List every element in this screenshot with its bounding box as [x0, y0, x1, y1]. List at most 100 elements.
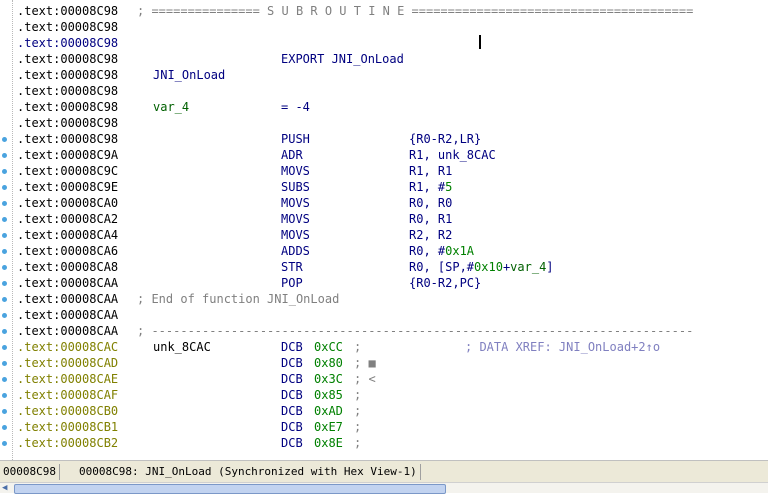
line-address[interactable]: .text:00008CA2	[17, 212, 118, 226]
data-byte-value[interactable]: 0x80	[314, 355, 343, 371]
flow-marker-icon[interactable]	[2, 281, 7, 286]
flow-marker-icon[interactable]	[2, 329, 7, 334]
listing-line[interactable]: .text:00008CB1 DCB 0xE7;	[17, 419, 767, 435]
instruction-mnemonic[interactable]: DCB	[281, 355, 303, 371]
flow-marker-icon[interactable]	[2, 217, 7, 222]
instruction-operands[interactable]: R1, #5	[409, 179, 452, 195]
line-address[interactable]: .text:00008CAF	[17, 388, 118, 402]
line-address[interactable]: .text:00008CAA	[17, 276, 118, 290]
flow-marker-icon[interactable]	[2, 249, 7, 254]
instruction-operands[interactable]: R0, R0	[409, 195, 452, 211]
listing-line[interactable]: .text:00008C98 ; =============== S U B R …	[17, 3, 767, 19]
listing-line[interactable]: .text:00008CAA	[17, 307, 767, 323]
flow-marker-icon[interactable]	[2, 377, 7, 382]
data-byte-value[interactable]: 0x8E	[314, 435, 343, 451]
instruction-mnemonic[interactable]: ADR	[281, 147, 303, 163]
instruction-mnemonic[interactable]: DCB	[281, 371, 303, 387]
listing-line[interactable]: .text:00008CA0 MOVS R0, R0	[17, 195, 767, 211]
instruction-mnemonic[interactable]: MOVS	[281, 211, 310, 227]
line-address[interactable]: .text:00008CA4	[17, 228, 118, 242]
line-address[interactable]: .text:00008CAC	[17, 340, 118, 354]
line-address[interactable]: .text:00008CA6	[17, 244, 118, 258]
line-address[interactable]: .text:00008C98	[17, 52, 118, 66]
instruction-mnemonic[interactable]: ADDS	[281, 243, 310, 259]
line-address[interactable]: .text:00008C98	[17, 116, 118, 130]
instruction-mnemonic[interactable]: MOVS	[281, 163, 310, 179]
flow-marker-icon[interactable]	[2, 137, 7, 142]
instruction-mnemonic[interactable]: MOVS	[281, 195, 310, 211]
line-address[interactable]: .text:00008CAD	[17, 356, 118, 370]
instruction-operands[interactable]: R1, R1	[409, 163, 452, 179]
instruction-mnemonic[interactable]: STR	[281, 259, 303, 275]
listing-line[interactable]: .text:00008C98	[17, 19, 767, 35]
flow-marker-icon[interactable]	[2, 409, 7, 414]
flow-marker-icon[interactable]	[2, 345, 7, 350]
xref-comment[interactable]: ; DATA XREF: JNI_OnLoad+2↑o	[465, 339, 660, 355]
listing-line[interactable]: .text:00008C98	[17, 35, 767, 51]
flow-marker-icon[interactable]	[2, 153, 7, 158]
listing-line[interactable]: .text:00008CAA ; ------------------------…	[17, 323, 767, 339]
instruction-mnemonic[interactable]: POP	[281, 275, 303, 291]
listing-line[interactable]: .text:00008C9A ADR R1, unk_8CAC	[17, 147, 767, 163]
scrollbar-thumb[interactable]	[14, 484, 446, 494]
data-byte-value[interactable]: 0x3C	[314, 371, 343, 387]
disassembly-view[interactable]: .text:00008C98 ; =============== S U B R …	[0, 0, 768, 460]
function-label[interactable]: JNI_OnLoad	[153, 67, 225, 83]
listing-line[interactable]: .text:00008C98 PUSH {R0-R2,LR}	[17, 131, 767, 147]
listing-line[interactable]: .text:00008CA4 MOVS R2, R2	[17, 227, 767, 243]
listing-line[interactable]: .text:00008CB2 DCB 0x8E;	[17, 435, 767, 451]
stack-var-name[interactable]: var_4	[153, 99, 189, 115]
data-byte-value[interactable]: 0x85	[314, 387, 343, 403]
listing-line[interactable]: .text:00008CAF DCB 0x85;	[17, 387, 767, 403]
data-byte-value[interactable]: 0xCC	[314, 339, 343, 355]
line-address[interactable]: .text:00008C98	[17, 84, 118, 98]
line-address[interactable]: .text:00008C98	[17, 20, 118, 34]
instruction-mnemonic[interactable]: EXPORT JNI_OnLoad	[281, 51, 404, 67]
instruction-operands[interactable]: R2, R2	[409, 227, 452, 243]
line-address[interactable]: .text:00008CB2	[17, 436, 118, 450]
line-address[interactable]: .text:00008C98	[17, 68, 118, 82]
instruction-mnemonic[interactable]: DCB	[281, 435, 303, 451]
line-address[interactable]: .text:00008C98	[17, 132, 118, 146]
listing-line[interactable]: .text:00008CB0 DCB 0xAD;	[17, 403, 767, 419]
instruction-mnemonic[interactable]: DCB	[281, 403, 303, 419]
listing-line[interactable]: .text:00008C98 EXPORT JNI_OnLoad	[17, 51, 767, 67]
listing-line[interactable]: .text:00008C9E SUBS R1, #5	[17, 179, 767, 195]
listing-line[interactable]: .text:00008C98	[17, 83, 767, 99]
flow-marker-icon[interactable]	[2, 185, 7, 190]
flow-marker-icon[interactable]	[2, 265, 7, 270]
listing-line[interactable]: .text:00008C98 JNI_OnLoad	[17, 67, 767, 83]
listing-line[interactable]: .text:00008CA6 ADDS R0, #0x1A	[17, 243, 767, 259]
listing-line[interactable]: .text:00008CA8 STR R0, [SP,#0x10+var_4]	[17, 259, 767, 275]
instruction-operands[interactable]: R0, [SP,#0x10+var_4]	[409, 259, 554, 275]
listing-line[interactable]: .text:00008C98 var_4 = -4	[17, 99, 767, 115]
flow-marker-icon[interactable]	[2, 297, 7, 302]
listing-line[interactable]: .text:00008CA2 MOVS R0, R1	[17, 211, 767, 227]
listing-line[interactable]: .text:00008CAA POP {R0-R2,PC}	[17, 275, 767, 291]
flow-marker-icon[interactable]	[2, 361, 7, 366]
instruction-mnemonic[interactable]: PUSH	[281, 131, 310, 147]
data-label[interactable]: unk_8CAC	[153, 339, 211, 355]
line-address[interactable]: .text:00008CAA	[17, 324, 118, 338]
line-address[interactable]: .text:00008C98	[17, 36, 118, 50]
flow-marker-icon[interactable]	[2, 313, 7, 318]
listing-line[interactable]: .text:00008CAA ; End of function JNI_OnLo…	[17, 291, 767, 307]
listing-line[interactable]: .text:00008CAD DCB 0x80 ; ■	[17, 355, 767, 371]
instruction-mnemonic[interactable]: SUBS	[281, 179, 310, 195]
data-byte-value[interactable]: 0xE7	[314, 419, 343, 435]
flow-marker-icon[interactable]	[2, 201, 7, 206]
instruction-operands[interactable]: {R0-R2,LR}	[409, 131, 481, 147]
data-byte-value[interactable]: 0xAD	[314, 403, 343, 419]
line-address[interactable]: .text:00008CB0	[17, 404, 118, 418]
horizontal-scrollbar[interactable]: ◀	[0, 482, 768, 494]
listing-line[interactable]: .text:00008CAC unk_8CAC DCB 0xCC; ; DATA XRE…	[17, 339, 767, 355]
listing-line[interactable]: .text:00008C9C MOVS R1, R1	[17, 163, 767, 179]
line-address[interactable]: .text:00008CAA	[17, 308, 118, 322]
flow-marker-icon[interactable]	[2, 441, 7, 446]
instruction-mnemonic[interactable]: DCB	[281, 339, 303, 355]
flow-marker-icon[interactable]	[2, 393, 7, 398]
line-address[interactable]: .text:00008C98	[17, 4, 118, 18]
line-address[interactable]: .text:00008CAE	[17, 372, 118, 386]
instruction-mnemonic[interactable]: DCB	[281, 387, 303, 403]
flow-marker-icon[interactable]	[2, 233, 7, 238]
